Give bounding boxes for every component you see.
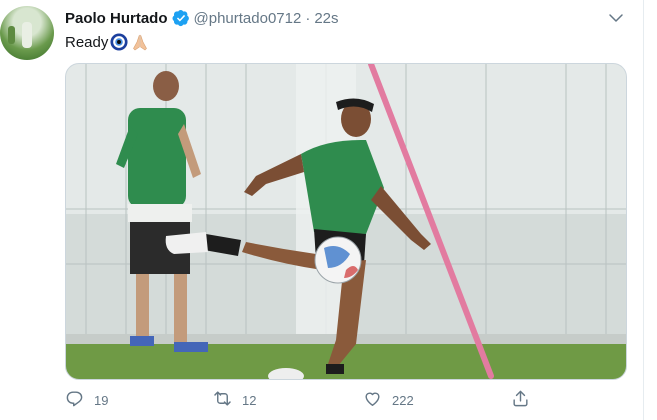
author-name[interactable]: Paolo Hurtado [65, 10, 168, 27]
reply-button[interactable]: 19 [65, 388, 108, 412]
tweet-text: Ready [65, 32, 150, 52]
like-button[interactable]: 222 [363, 388, 414, 412]
nazar-amulet-emoji [110, 33, 128, 51]
like-icon [363, 389, 382, 411]
folded-hands-emoji [130, 32, 150, 52]
retweet-count: 12 [242, 392, 257, 408]
share-button[interactable] [511, 388, 530, 412]
tweet-actions: 19 12 222 [65, 388, 535, 412]
reply-icon [65, 389, 84, 411]
timestamp[interactable]: 22s [314, 10, 338, 27]
tweet-text-content: Ready [65, 33, 109, 51]
reply-count: 19 [94, 392, 109, 408]
tweet-header: Paolo Hurtado @phurtado0712 · 22s [65, 6, 339, 30]
retweet-button[interactable]: 12 [213, 388, 256, 412]
retweet-icon [213, 389, 232, 411]
author-handle[interactable]: @phurtado0712 [194, 10, 302, 27]
column-divider [643, 0, 644, 420]
separator-dot: · [305, 9, 311, 27]
like-count: 222 [392, 392, 414, 408]
chevron-down-icon[interactable] [607, 9, 625, 27]
avatar[interactable] [0, 6, 54, 60]
tweet[interactable]: Paolo Hurtado @phurtado0712 · 22s Ready [0, 0, 643, 420]
tweet-photo[interactable] [65, 63, 627, 380]
share-icon [511, 389, 530, 411]
verified-badge-icon [172, 9, 190, 27]
